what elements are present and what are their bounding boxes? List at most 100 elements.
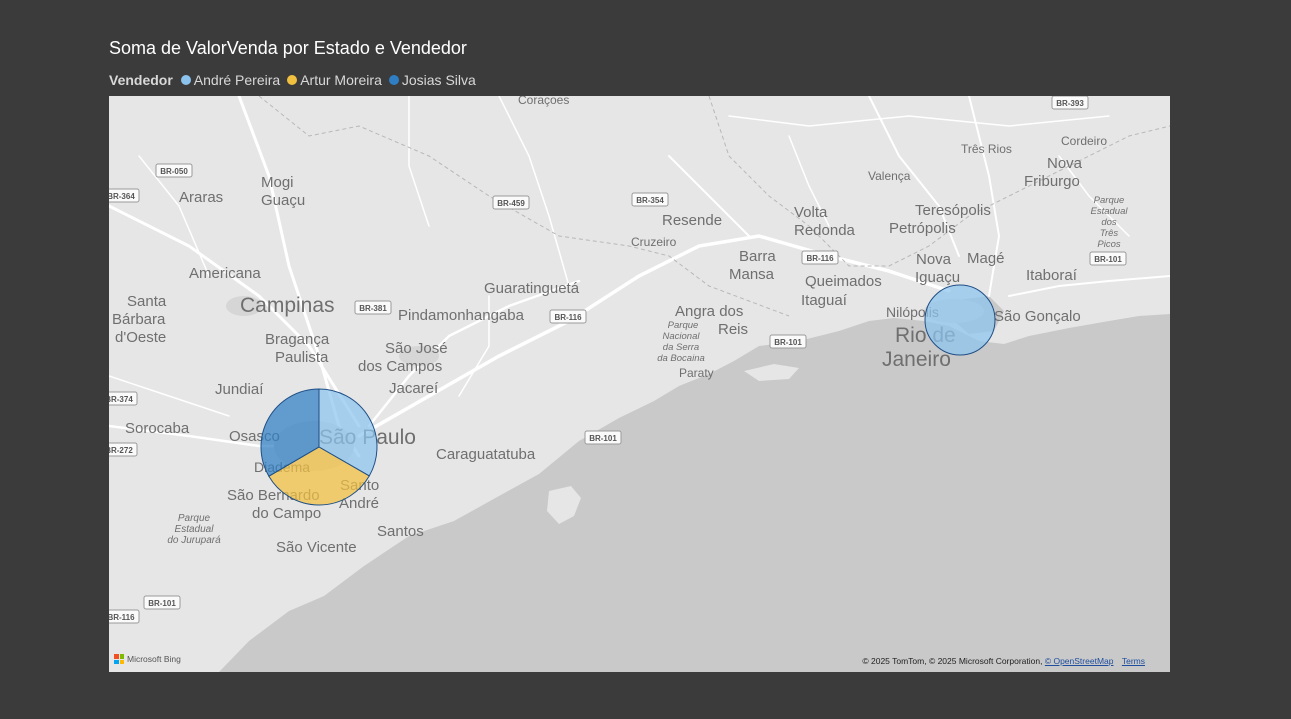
shield-br101-c: BR-101 (143, 595, 181, 610)
label-cruzeiro: Cruzeiro (631, 235, 677, 249)
shield-br393: BR-393 (1051, 96, 1089, 110)
label-rio-2: Janeiro (882, 348, 951, 371)
map-svg: Coraçoes Mogi Guaçu Araras Americana Sant… (109, 96, 1170, 672)
svg-text:BR-374: BR-374 (109, 395, 133, 404)
label-mogi-guacu: Mogi Guaçu (261, 174, 305, 209)
map-canvas[interactable]: Coraçoes Mogi Guaçu Araras Americana Sant… (109, 96, 1170, 672)
legend-item-josias-silva[interactable]: Josias Silva (388, 72, 476, 88)
label-paraty: Paraty (679, 366, 714, 380)
label-volta-redonda: Volta Redonda (794, 204, 856, 239)
label-braganca: Bragança Paulista (265, 331, 330, 366)
pie-sao-paulo[interactable] (260, 388, 378, 506)
microsoft-logo-icon (114, 654, 124, 664)
label-cordeiro: Cordeiro (1061, 134, 1107, 148)
osm-link[interactable]: © OpenStreetMap (1045, 656, 1114, 666)
label-mage: Magé (967, 250, 1005, 267)
shield-br354: BR-354 (631, 192, 669, 207)
chart-title: Soma de ValorVenda por Estado e Vendedor (109, 38, 467, 58)
svg-text:BR-393: BR-393 (1056, 99, 1084, 108)
legend-item-artur-moreira[interactable]: Artur Moreira (287, 72, 382, 88)
svg-text:BR-116: BR-116 (554, 313, 582, 322)
shield-br101-b: BR-101 (584, 430, 622, 445)
label-pq-tres-picos-3: dos (1101, 217, 1117, 228)
label-guaratingueta: Guaratinguetá (484, 280, 580, 297)
svg-text:BR-116: BR-116 (109, 613, 135, 622)
shield-br116-b: BR-116 (801, 250, 839, 265)
svg-text:BR-354: BR-354 (636, 196, 664, 205)
label-santa-barbara-1: Santa (127, 293, 167, 310)
terms-link[interactable]: Terms (1122, 656, 1145, 666)
label-teresopolis: Teresópolis (915, 202, 991, 219)
label-tres-rios: Três Rios (961, 142, 1012, 156)
shield-br272: BR-272 (109, 442, 138, 457)
label-nova-iguacu: Nova Iguaçu (915, 251, 960, 286)
shield-br459: BR-459 (492, 195, 530, 210)
label-volta-redonda-2: Redonda (794, 222, 856, 239)
label-itaguai: Itaguaí (801, 292, 848, 309)
svg-text:BR-101: BR-101 (774, 338, 802, 347)
shield-br101-d: BR-101 (1089, 251, 1127, 266)
bing-logo-text: Microsoft Bing (127, 654, 181, 664)
label-coracoes: Coraçoes (518, 96, 569, 107)
label-braganca-1: Bragança (265, 331, 330, 348)
svg-text:BR-050: BR-050 (160, 167, 188, 176)
label-angra-1: Angra dos (675, 303, 743, 320)
label-queimados: Queimados (805, 273, 882, 290)
pie-rio-de-janeiro[interactable] (924, 284, 996, 356)
label-nova-friburgo: Nova Friburgo (1024, 155, 1083, 190)
label-barra-mansa: Barra Mansa (729, 248, 776, 283)
label-resende: Resende (662, 212, 722, 229)
label-sao-vicente: São Vicente (276, 539, 357, 556)
svg-text:BR-116: BR-116 (806, 254, 834, 263)
label-sbc-2: do Campo (252, 505, 321, 522)
svg-text:BR-272: BR-272 (109, 446, 133, 455)
svg-text:BR-364: BR-364 (109, 192, 135, 201)
label-pq-bocaina-4: da Bocaina (657, 353, 705, 364)
label-santos: Santos (377, 523, 424, 540)
label-pq-jurupara-2: Estadual (175, 524, 215, 535)
label-pq-bocaina-2: Nacional (663, 331, 701, 342)
label-petropolis: Petrópolis (889, 220, 956, 237)
legend-label-josias-silva: Josias Silva (401, 72, 476, 88)
shield-br101-a: BR-101 (769, 334, 807, 349)
label-pindamonhangaba: Pindamonhangaba (398, 307, 525, 324)
svg-text:BR-101: BR-101 (1094, 255, 1122, 264)
label-pq-jurupara-3: do Jurupará (167, 535, 221, 546)
legend-dot-artur-moreira (287, 75, 298, 85)
label-sorocaba: Sorocaba (125, 420, 190, 437)
label-pq-bocaina-3: da Serra (663, 342, 699, 353)
label-santa-barbara: Santa Bárbara d'Oeste (112, 293, 167, 346)
label-mogi-guacu-2: Guaçu (261, 192, 305, 209)
shield-br116-a: BR-116 (549, 309, 587, 324)
label-araras: Araras (179, 189, 223, 206)
bing-logo: Microsoft Bing (114, 654, 181, 664)
shield-br374: BR-374 (109, 391, 138, 406)
legend-dot-josias-silva (388, 75, 399, 85)
shield-br364: BR-364 (109, 188, 140, 203)
pie-slice-rio-de-janeiro-andre-pereira[interactable] (924, 284, 996, 356)
svg-text:BR-101: BR-101 (148, 599, 176, 608)
label-angra-2: Reis (718, 321, 748, 338)
label-sao-jose-campos: São José dos Campos (358, 340, 448, 375)
label-pq-tres-picos: Parque Estadual dos Três Picos (1091, 195, 1129, 250)
map-attribution: © 2025 TomTom, © 2025 Microsoft Corporat… (862, 656, 1145, 666)
legend: Vendedor André Pereira Artur Moreira Jos… (109, 72, 483, 88)
label-pq-bocaina: Parque Nacional da Serra da Bocaina (657, 320, 705, 364)
label-valenca: Valença (868, 169, 911, 183)
shield-br050: BR-050 (155, 163, 193, 178)
label-nova-iguacu-2: Iguaçu (915, 269, 960, 286)
label-campinas: Campinas (240, 294, 335, 317)
label-pq-jurupara-1: Parque (178, 513, 211, 524)
legend-dot-andre-pereira (180, 75, 191, 85)
legend-item-andre-pereira[interactable]: André Pereira (180, 72, 281, 88)
label-sao-goncalo: São Gonçalo (994, 308, 1081, 325)
svg-text:BR-459: BR-459 (497, 199, 525, 208)
label-mogi-guacu-1: Mogi (261, 174, 294, 191)
label-nova-friburgo-1: Nova (1047, 155, 1083, 172)
label-jundiai: Jundiaí (215, 381, 264, 398)
legend-title: Vendedor (109, 72, 173, 88)
label-pq-tres-picos-2: Estadual (1091, 206, 1129, 217)
label-nova-iguacu-1: Nova (916, 251, 952, 268)
label-jacarei: Jacareí (389, 380, 439, 397)
legend-label-andre-pereira: André Pereira (193, 72, 281, 88)
